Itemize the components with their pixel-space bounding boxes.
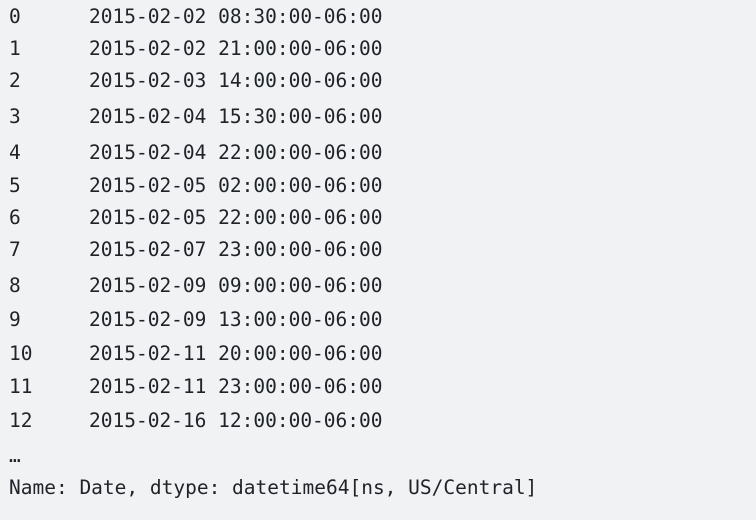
series-row: 10 2015-02-11 20:00:00-06:00 — [9, 338, 383, 370]
row-index: 5 — [9, 174, 21, 197]
row-index: 7 — [9, 238, 21, 261]
row-value: 2015-02-04 22:00:00-06:00 — [89, 141, 383, 164]
row-index: 11 — [9, 375, 33, 398]
series-row: 6 2015-02-05 22:00:00-06:00 — [9, 202, 383, 234]
series-row: 3 2015-02-04 15:30:00-06:00 — [9, 101, 383, 133]
row-value: 2015-02-02 08:30:00-06:00 — [89, 5, 383, 28]
row-index: 0 — [9, 5, 21, 28]
series-row: 7 2015-02-07 23:00:00-06:00 — [9, 234, 383, 266]
series-row: 9 2015-02-09 13:00:00-06:00 — [9, 304, 383, 336]
row-index: 1 — [9, 37, 21, 60]
truncation-ellipsis: … — [9, 444, 21, 467]
series-row: 5 2015-02-05 02:00:00-06:00 — [9, 170, 383, 202]
row-value: 2015-02-16 12:00:00-06:00 — [89, 409, 383, 432]
series-output-panel: 0 2015-02-02 08:30:00-06:00 1 2015-02-02 2… — [0, 0, 756, 520]
row-value: 2015-02-07 23:00:00-06:00 — [89, 238, 383, 261]
row-value: 2015-02-03 14:00:00-06:00 — [89, 69, 383, 92]
row-index: 2 — [9, 69, 21, 92]
row-value: 2015-02-04 15:30:00-06:00 — [89, 105, 383, 128]
series-row: 2 2015-02-03 14:00:00-06:00 — [9, 65, 383, 97]
row-index: 3 — [9, 105, 21, 128]
row-value: 2015-02-11 23:00:00-06:00 — [89, 375, 383, 398]
series-row: 4 2015-02-04 22:00:00-06:00 — [9, 137, 383, 169]
series-footer: Name: Date, dtype: datetime64[ns, US/Cen… — [9, 476, 538, 499]
row-index: 10 — [9, 342, 33, 365]
row-value: 2015-02-05 22:00:00-06:00 — [89, 206, 383, 229]
row-index: 9 — [9, 308, 21, 331]
row-index: 8 — [9, 274, 21, 297]
row-index: 6 — [9, 206, 21, 229]
row-value: 2015-02-05 02:00:00-06:00 — [89, 174, 383, 197]
row-value: 2015-02-09 09:00:00-06:00 — [89, 274, 383, 297]
series-row: 1 2015-02-02 21:00:00-06:00 — [9, 33, 383, 65]
series-row: 11 2015-02-11 23:00:00-06:00 — [9, 371, 383, 403]
series-row: 8 2015-02-09 09:00:00-06:00 — [9, 270, 383, 302]
row-index: 12 — [9, 409, 33, 432]
row-value: 2015-02-02 21:00:00-06:00 — [89, 37, 383, 60]
row-value: 2015-02-11 20:00:00-06:00 — [89, 342, 383, 365]
series-row: 0 2015-02-02 08:30:00-06:00 — [9, 1, 383, 33]
row-index: 4 — [9, 141, 21, 164]
series-row: 12 2015-02-16 12:00:00-06:00 — [9, 405, 383, 437]
row-value: 2015-02-09 13:00:00-06:00 — [89, 308, 383, 331]
